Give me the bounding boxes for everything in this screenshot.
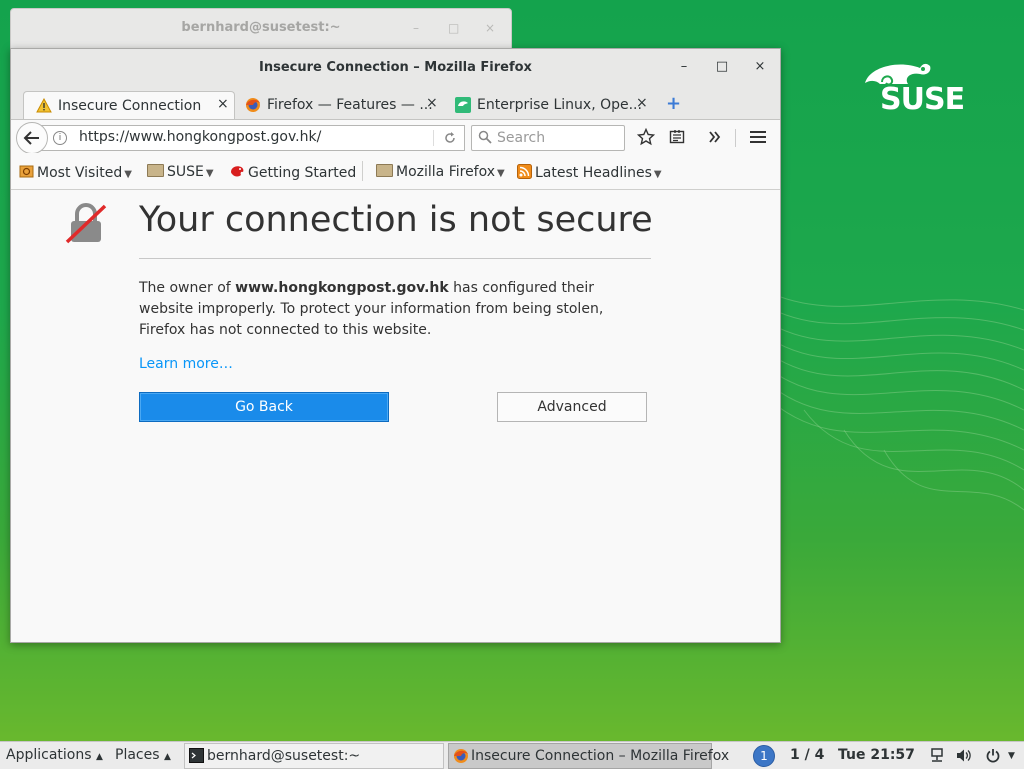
description-domain: www.hongkongpost.gov.hk bbox=[235, 280, 449, 296]
background-window-title: bernhard@susetest:~ bbox=[181, 20, 341, 35]
bookmark-star-icon[interactable] bbox=[637, 128, 655, 146]
navigation-toolbar: i https://www.hongkongpost.gov.hk/ Searc… bbox=[11, 119, 780, 154]
description-prefix: The owner of bbox=[139, 280, 236, 296]
places-label: Places bbox=[115, 747, 160, 763]
bookmark-label: Mozilla Firefox bbox=[396, 164, 496, 180]
window-titlebar[interactable]: Insecure Connection – Mozilla Firefox – … bbox=[11, 49, 780, 87]
taskbar-terminal[interactable]: bernhard@susetest:~ bbox=[184, 743, 444, 769]
tab-insecure-connection[interactable]: Insecure Connection × bbox=[23, 91, 235, 120]
warning-icon bbox=[36, 98, 52, 113]
chevron-down-icon: ▼ bbox=[124, 169, 132, 180]
url-bar[interactable]: i https://www.hongkongpost.gov.hk/ bbox=[33, 125, 465, 151]
applications-label: Applications bbox=[6, 747, 92, 763]
chevron-down-icon: ▼ bbox=[205, 168, 214, 179]
tab-label: Firefox — Features — ... bbox=[267, 97, 433, 113]
tab-close-icon[interactable]: × bbox=[426, 95, 438, 111]
tab-label: Insecure Connection bbox=[58, 98, 202, 114]
new-tab-button[interactable]: + bbox=[666, 93, 681, 114]
bookmarks-menu-icon[interactable] bbox=[669, 129, 685, 145]
back-button[interactable] bbox=[16, 122, 48, 154]
reload-icon[interactable] bbox=[443, 131, 457, 145]
tab-close-icon[interactable]: × bbox=[217, 96, 229, 112]
terminal-icon bbox=[189, 748, 204, 763]
tab-label: Enterprise Linux, Ope... bbox=[477, 97, 642, 113]
background-minimize-icon[interactable]: – bbox=[413, 21, 419, 35]
heading-divider bbox=[139, 258, 651, 259]
firefox-window: Insecure Connection – Mozilla Firefox – … bbox=[10, 48, 781, 643]
desktop-wave-decoration bbox=[764, 289, 1024, 511]
search-icon bbox=[478, 130, 492, 144]
suse-chameleon-icon bbox=[455, 97, 471, 113]
overflow-chevron-icon[interactable] bbox=[708, 130, 722, 144]
places-menu[interactable]: Places ▲ bbox=[115, 747, 171, 763]
menu-arrow-icon: ▲ bbox=[163, 752, 171, 762]
bookmarks-separator bbox=[362, 161, 363, 181]
bookmark-latest-headlines[interactable]: Latest Headlines ▼ bbox=[517, 164, 662, 181]
bookmark-label: SUSE bbox=[167, 164, 204, 180]
getting-started-icon bbox=[231, 166, 244, 177]
error-description: The owner of www.hongkongpost.gov.hk has… bbox=[139, 278, 649, 341]
go-back-button[interactable]: Go Back bbox=[139, 392, 389, 422]
chevron-down-icon: ▼ bbox=[497, 168, 505, 179]
bottom-panel: Applications ▲ Places ▲ bernhard@susetes… bbox=[0, 741, 1024, 769]
bookmarks-toolbar: Most Visited ▼ SUSE ▼ Getting Started Mozi… bbox=[11, 153, 780, 190]
page-title: Your connection is not secure bbox=[139, 200, 653, 240]
menu-arrow-icon: ▲ bbox=[95, 752, 103, 762]
bookmark-most-visited[interactable]: Most Visited ▼ bbox=[19, 164, 132, 181]
taskbar-firefox[interactable]: Insecure Connection – Mozilla Firefox bbox=[448, 743, 729, 769]
hamburger-menu-icon[interactable] bbox=[749, 130, 767, 144]
background-maximize-icon[interactable]: □ bbox=[448, 21, 459, 35]
system-menu-arrow-icon[interactable]: ▼ bbox=[1008, 751, 1015, 761]
firefox-icon bbox=[246, 98, 260, 112]
workspace-indicator[interactable]: 1 bbox=[753, 745, 775, 767]
clock[interactable]: Tue 21:57 bbox=[838, 747, 915, 763]
bookmark-label: Most Visited bbox=[37, 165, 123, 181]
broken-lock-icon bbox=[65, 203, 107, 244]
url-text: https://www.hongkongpost.gov.hk/ bbox=[79, 129, 322, 145]
advanced-button[interactable]: Advanced bbox=[497, 392, 647, 422]
power-icon[interactable] bbox=[986, 748, 1000, 763]
maximize-icon[interactable]: □ bbox=[713, 59, 731, 74]
site-info-icon[interactable]: i bbox=[53, 131, 67, 145]
learn-more-link[interactable]: Learn more… bbox=[139, 356, 233, 372]
bookmark-folder-suse[interactable]: SUSE ▼ bbox=[147, 164, 214, 180]
task-label: bernhard@susetest:~ bbox=[207, 748, 361, 764]
firefox-icon bbox=[454, 749, 468, 763]
back-arrow-icon bbox=[23, 131, 39, 145]
chevron-down-icon: ▼ bbox=[653, 169, 662, 180]
tab-firefox-features[interactable]: Firefox — Features — ... × bbox=[233, 91, 443, 119]
task-label: Insecure Connection – Mozilla Firefox bbox=[471, 748, 730, 764]
search-placeholder: Search bbox=[497, 130, 546, 146]
applications-menu[interactable]: Applications ▲ bbox=[6, 747, 103, 763]
close-icon[interactable]: × bbox=[751, 59, 769, 74]
search-field[interactable]: Search bbox=[471, 125, 625, 151]
minimize-icon[interactable]: – bbox=[675, 59, 693, 74]
suse-brand-text: SUSE bbox=[880, 82, 965, 117]
background-close-icon[interactable]: × bbox=[485, 21, 495, 35]
background-terminal-window[interactable]: bernhard@susetest:~ – □ × bbox=[10, 8, 512, 52]
rss-icon bbox=[517, 164, 532, 179]
tab-enterprise-linux[interactable]: Enterprise Linux, Ope... × bbox=[443, 91, 653, 119]
url-separator bbox=[433, 130, 434, 146]
network-icon[interactable] bbox=[930, 748, 944, 763]
bookmark-label: Latest Headlines bbox=[535, 165, 652, 181]
folder-icon bbox=[376, 164, 393, 177]
folder-icon bbox=[147, 164, 164, 177]
bookmark-folder-mozilla-firefox[interactable]: Mozilla Firefox ▼ bbox=[376, 164, 505, 180]
volume-icon[interactable] bbox=[956, 748, 972, 763]
error-page-content: Your connection is not secure The owner … bbox=[11, 190, 780, 642]
window-title: Insecure Connection – Mozilla Firefox bbox=[259, 60, 532, 75]
most-visited-icon bbox=[19, 165, 34, 178]
tab-close-icon[interactable]: × bbox=[636, 95, 648, 111]
bookmark-label: Getting Started bbox=[248, 165, 357, 181]
bookmark-getting-started[interactable]: Getting Started bbox=[229, 164, 356, 181]
toolbar-separator bbox=[735, 129, 736, 147]
tab-strip: Insecure Connection × Firefox — Features… bbox=[11, 87, 780, 120]
workspace-label[interactable]: 1 / 4 bbox=[790, 747, 824, 763]
